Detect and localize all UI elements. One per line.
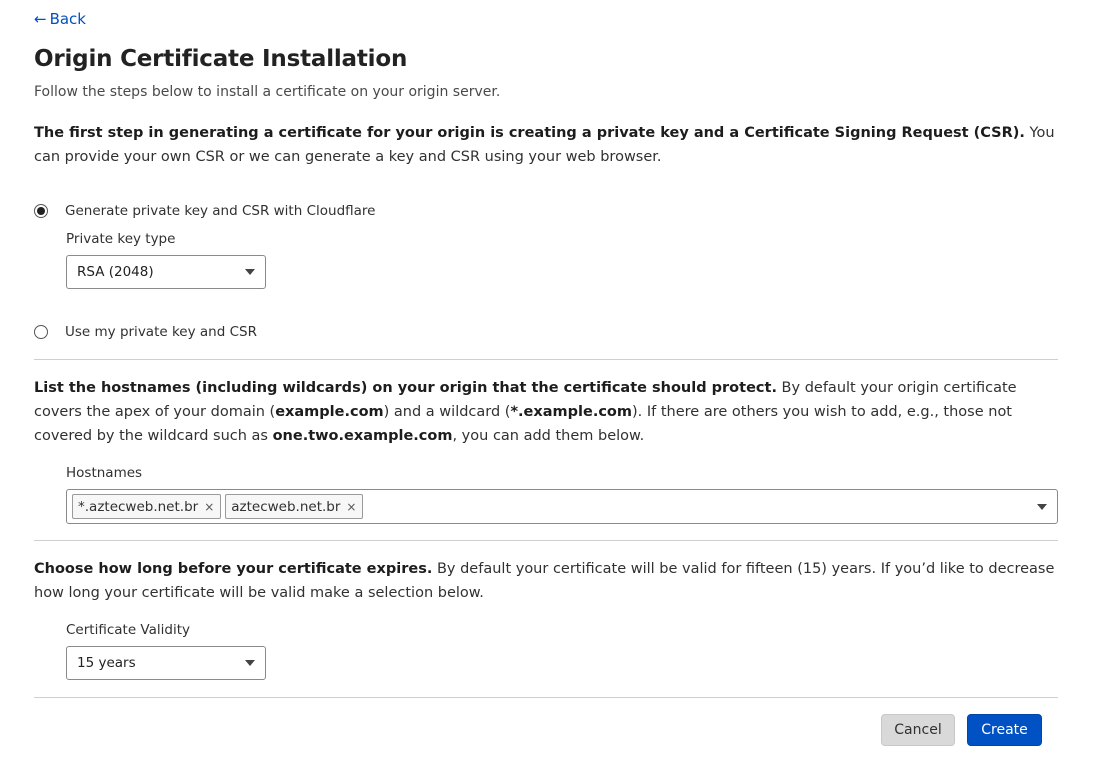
subdomain-example: one.two.example.com (272, 428, 453, 444)
validity-step-description: Choose how long before your certificate … (34, 557, 1058, 605)
radio-button-unselected[interactable] (34, 325, 48, 339)
hostname-tag-label: *.aztecweb.net.br (78, 498, 199, 515)
back-link-label: Back (49, 10, 86, 28)
hostname-tag-label: aztecweb.net.br (231, 498, 341, 515)
cancel-button[interactable]: Cancel (881, 714, 955, 746)
chevron-down-icon[interactable] (1037, 504, 1047, 510)
page-subtitle: Follow the steps below to install a cert… (34, 84, 501, 100)
radio-generate-csr[interactable]: Generate private key and CSR with Cloudf… (34, 201, 375, 221)
radio-button-selected[interactable] (34, 204, 48, 218)
chevron-down-icon (245, 660, 255, 666)
radio-dot-icon (37, 207, 45, 215)
create-button[interactable]: Create (967, 714, 1042, 746)
hostnames-multiselect[interactable]: *.aztecweb.net.br × aztecweb.net.br × (66, 489, 1058, 524)
private-key-type-value: RSA (2048) (77, 264, 154, 280)
apex-domain-example: example.com (275, 404, 384, 420)
hostname-tag: aztecweb.net.br × (225, 494, 364, 519)
hosts-step-description: List the hostnames (including wildcards)… (34, 376, 1058, 448)
radio-generate-csr-label: Generate private key and CSR with Cloudf… (65, 203, 376, 219)
chevron-down-icon (245, 269, 255, 275)
hostname-tag: *.aztecweb.net.br × (72, 494, 222, 519)
private-key-type-select[interactable]: RSA (2048) (66, 255, 266, 289)
page-title: Origin Certificate Installation (34, 46, 408, 72)
hosts-step-text: ) and a wildcard ( (383, 404, 511, 420)
remove-tag-icon[interactable]: × (204, 500, 214, 514)
key-step-heading: The first step in generating a certifica… (34, 125, 1025, 141)
radio-own-csr-label: Use my private key and CSR (65, 324, 257, 340)
section-divider (34, 359, 1058, 360)
certificate-validity-value: 15 years (77, 655, 136, 671)
key-step-description: The first step in generating a certifica… (34, 121, 1058, 169)
radio-own-csr[interactable]: Use my private key and CSR (34, 322, 257, 342)
section-divider (34, 540, 1058, 541)
certificate-validity-label: Certificate Validity (66, 622, 190, 638)
hosts-step-heading: List the hostnames (including wildcards)… (34, 380, 777, 396)
certificate-validity-select[interactable]: 15 years (66, 646, 266, 680)
hostnames-label: Hostnames (66, 465, 143, 481)
wildcard-domain-example: *.example.com (510, 404, 632, 420)
validity-step-heading: Choose how long before your certificate … (34, 561, 433, 577)
back-link[interactable]: ← Back (34, 9, 86, 29)
arrow-left-icon: ← (34, 9, 47, 28)
section-divider (34, 697, 1058, 698)
hosts-step-text: , you can add them below. (452, 428, 645, 444)
private-key-type-label: Private key type (66, 231, 176, 247)
remove-tag-icon[interactable]: × (346, 500, 356, 514)
